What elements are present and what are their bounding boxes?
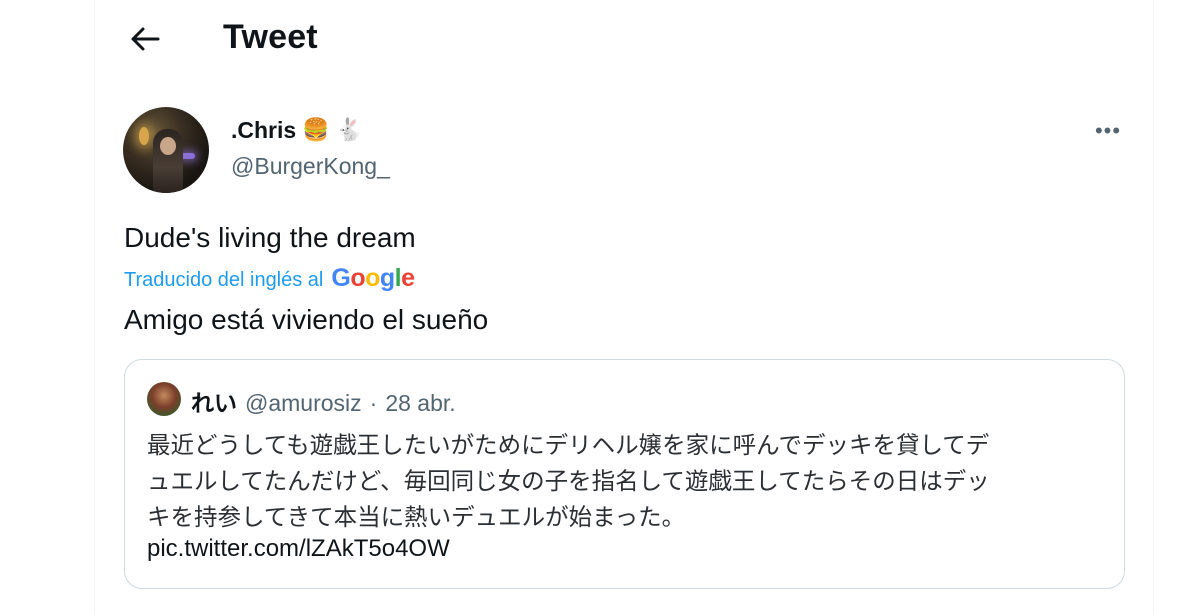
quoted-avatar[interactable] [147, 382, 181, 416]
google-logo: Google [331, 264, 415, 293]
quoted-display-name: れい [191, 390, 237, 416]
user-handle[interactable]: @BurgerKong_ [231, 153, 390, 180]
google-wordmark: Google [331, 264, 415, 292]
quoted-handle: @amurosiz [245, 390, 362, 416]
page-title: Tweet [223, 18, 318, 56]
quoted-text-line: 最近どうしても遊戯王したいがためにデリヘル嬢を家に呼んでデッキを貸してデ [147, 431, 990, 459]
rabbit-emoji: 🐇 [335, 118, 363, 143]
quoted-tweet[interactable]: れい @amurosiz · 28 abr. 最近どうしても遊戯王したいがために… [124, 359, 1125, 589]
display-name-text: .Chris [231, 117, 297, 143]
quoted-text: 最近どうしても遊戯王したいがためにデリヘル嬢を家に呼んでデッキを貸してデ ュエル… [147, 427, 1097, 535]
display-name[interactable]: .Chris 🍔 🐇 [231, 117, 363, 144]
more-icon: ••• [1094, 118, 1122, 143]
avatar[interactable] [123, 107, 209, 193]
media-link[interactable]: pic.twitter.com/lZAkT5o4OW [147, 535, 450, 563]
arrow-left-icon [131, 27, 160, 51]
burger-emoji: 🍔 [302, 118, 330, 143]
more-options-button[interactable]: ••• [1092, 118, 1124, 144]
separator-dot: · [369, 390, 378, 416]
quoted-text-line: キを持参してきて本当に熱いデュエルが始まった。 [147, 503, 686, 531]
back-button[interactable] [128, 22, 162, 56]
translation-label: Traducido del inglés al [124, 269, 324, 291]
tweet-text: Dude's living the dream [124, 222, 416, 253]
quoted-date: 28 abr. [385, 390, 456, 416]
translated-text: Amigo está viviendo el sueño [124, 304, 489, 335]
quoted-text-line: ュエルしてたんだけど、毎回同じ女の子を指名して遊戯王してたらその日はデッ [147, 467, 990, 495]
quoted-tweet-header: れい @amurosiz · 28 abr. [191, 384, 456, 418]
translation-attribution[interactable]: Traducido del inglés al Google [124, 264, 415, 293]
